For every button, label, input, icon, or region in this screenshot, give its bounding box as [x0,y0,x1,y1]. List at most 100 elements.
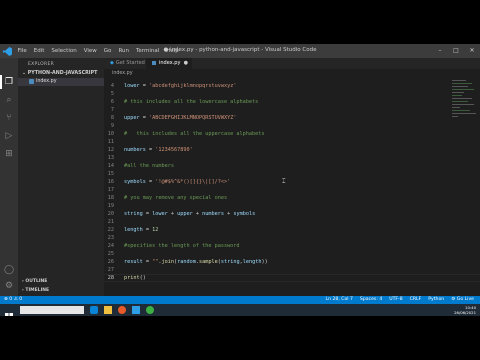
menu-view[interactable]: View [80,48,100,54]
code-line[interactable]: 26 result = "".join(random.sample(string,… [104,258,480,266]
code-token: 12 [152,227,159,233]
code-token: 'ABCDEFGHIJKLMNOPQRSTUVWXYZ' [149,115,237,121]
menu-edit[interactable]: Edit [30,48,48,54]
system-clock[interactable]: 10:40 26/06/2021 [454,305,476,315]
menu-terminal[interactable]: Terminal [132,48,162,54]
extensions-icon[interactable]: ⊞ [3,148,15,160]
breadcrumb: index.py [104,69,480,78]
line-number: 24 [107,243,114,249]
window-controls: – □ ✕ [432,44,480,58]
edge-icon[interactable] [90,306,98,314]
menu-run[interactable]: Run [115,48,133,54]
code-token: numbers [202,211,224,217]
line-number: 13 [107,155,114,161]
folder-python-and-javascript[interactable]: ⌄ PYTHON-AND-JAVASCRIPT [22,71,97,76]
account-icon[interactable]: ◯ [3,264,15,276]
code-line[interactable]: 25 [104,250,480,258]
line-number: 26 [107,259,114,265]
code-line[interactable]: 5 [104,90,480,98]
vscode-taskbar-icon[interactable] [132,306,140,314]
firefox-icon[interactable] [118,306,126,314]
code-line[interactable]: 19 [104,202,480,210]
timeline-section[interactable]: › TIMELINE [22,288,49,293]
source-control-icon[interactable]: ⑂ [3,112,15,124]
menu-file[interactable]: File [14,48,30,54]
code-line[interactable]: 28 print() [104,274,480,282]
code-text: # you may remove any special ones [124,194,227,202]
code-token: = [145,179,156,185]
minimize-icon[interactable]: – [432,44,448,58]
outline-section[interactable]: › OUTLINE [22,279,47,284]
code-editor[interactable]: ⌶ 4 lower = 'abcdefghijklmnopqrstuvwxyz' 5… [104,78,480,296]
code-line[interactable]: 10 # this includes all the uppercase alph… [104,130,480,138]
code-token: + [167,211,178,217]
code-line[interactable]: 9 [104,122,480,130]
file-index-py[interactable]: index.py [18,78,104,86]
status-bar: ⊗ 0 ⚠ 0 Ln 28, Col 7 Spaces: 4 UTF-8 CRLF Py… [0,296,480,304]
code-line[interactable]: 15 [104,170,480,178]
code-line[interactable]: 24 #specifies the length of the password [104,242,480,250]
status-items: Ln 28, Col 7 Spaces: 4 UTF-8 CRLF Python ⚙ Go… [326,296,474,304]
file-label: index.py [36,79,57,84]
line-number: 8 [110,115,114,121]
manage-gear-icon[interactable]: ⚙ [3,280,15,292]
active-indicator [0,75,2,89]
menu-bar: File Edit Selection View Go Run Terminal Help [14,48,182,54]
code-line[interactable]: 6 # this includes all the lowercase alpha… [104,98,480,106]
status-item[interactable]: Python [428,296,444,304]
code-token: print [124,275,140,281]
search-icon[interactable]: ⌕ [3,94,15,106]
code-line[interactable]: 12 numbers = '1234567890' [104,146,480,154]
menu-selection[interactable]: Selection [48,48,80,54]
status-item[interactable]: CRLF [410,296,422,304]
tab-modified-dot-icon[interactable]: ● [184,58,188,69]
problems-indicator[interactable]: ⊗ 0 ⚠ 0 [4,296,22,304]
code-line[interactable]: 18 # you may remove any special ones [104,194,480,202]
code-line[interactable]: 20 string = lower + upper + numbers + sym… [104,210,480,218]
code-line[interactable]: 7 [104,106,480,114]
code-token: 'abcdefghijklmnopqrstuvwxyz' [149,83,237,89]
code-token: numbers [124,147,146,153]
code-line[interactable]: 13 [104,154,480,162]
code-line[interactable]: 4 lower = 'abcdefghijklmnopqrstuvwxyz' [104,82,480,90]
line-number: 19 [107,203,114,209]
code-line[interactable]: 21 [104,218,480,226]
code-text: string = lower + upper + numbers + symbo… [124,210,255,218]
line-number: 21 [107,219,114,225]
code-line[interactable]: 11 [104,138,480,146]
code-line[interactable]: 27 [104,266,480,274]
code-token: # this includes all the uppercase alphab… [124,131,265,137]
tab-get-started[interactable]: ◆ Get Started [104,58,152,69]
file-explorer-icon[interactable] [104,306,112,314]
code-line[interactable]: 16 symbols = '!@#$%^&*()[]{}\|[]/?<>' [104,178,480,186]
code-line[interactable]: 17 [104,186,480,194]
close-icon[interactable]: ✕ [464,44,480,58]
explorer-icon[interactable]: ❐ [3,76,15,88]
line-number: 9 [110,123,114,129]
maximize-icon[interactable]: □ [448,44,464,58]
code-line[interactable]: 22 length = 12 [104,226,480,234]
status-item[interactable]: UTF-8 [389,296,402,304]
code-text: # this includes all the lowercase alphab… [124,98,258,106]
code-token: )) [261,259,268,265]
code-line[interactable]: 8 upper = 'ABCDEFGHIJKLMNOPQRSTUVWXYZ' [104,114,480,122]
status-item[interactable]: ⚙ Go Live [451,296,474,304]
menu-help[interactable]: Help [163,48,183,54]
vscode-tab-icon: ◆ [110,60,114,66]
code-line[interactable]: 14 #all the numbers [104,162,480,170]
code-token: + [192,211,203,217]
run-debug-icon[interactable]: ▷ [3,130,15,142]
menu-go[interactable]: Go [100,48,115,54]
breadcrumb-file[interactable]: index.py [112,71,133,76]
chrome-icon[interactable] [146,306,154,314]
windows-start-icon[interactable] [5,306,13,316]
line-number: 15 [107,171,114,177]
video-letterbox-top [0,0,480,44]
explorer-title: EXPLORER [28,62,55,67]
code-line[interactable]: 23 [104,234,480,242]
status-item[interactable]: Spaces: 4 [360,296,382,304]
status-item[interactable]: Ln 28, Col 7 [326,296,353,304]
taskbar-search-box[interactable] [20,306,84,314]
code-token: = [142,259,153,265]
tab-index-py[interactable]: index.py ● [146,58,192,69]
